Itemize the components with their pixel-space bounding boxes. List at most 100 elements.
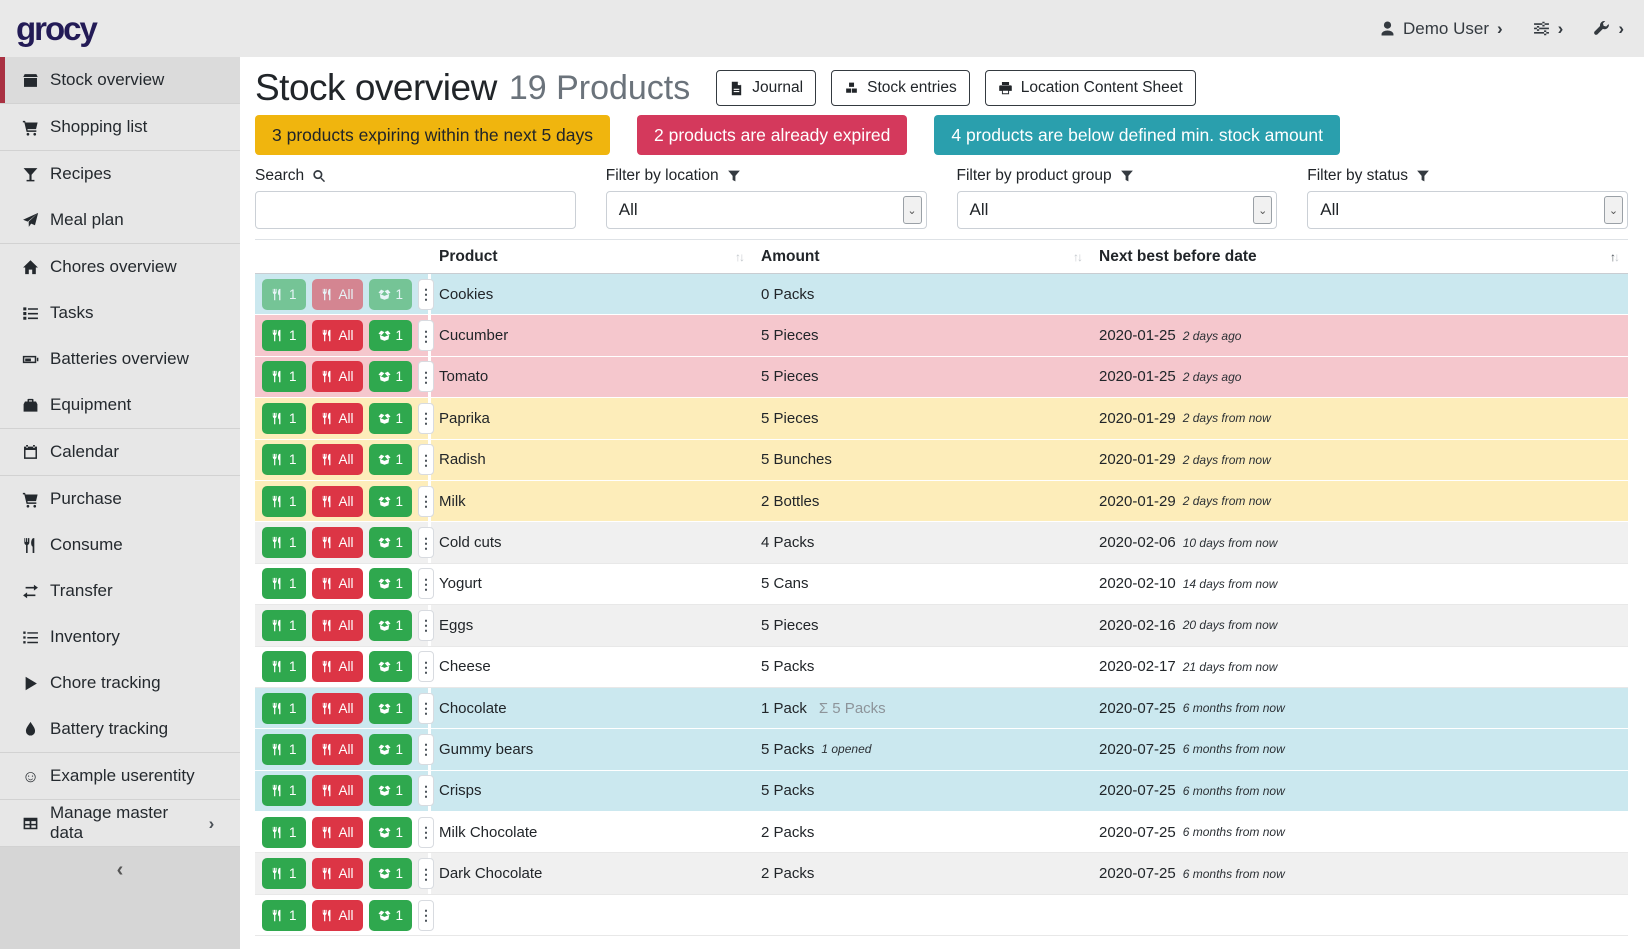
consume-all-button[interactable]: All	[312, 279, 363, 310]
mark-opened-button[interactable]: 1	[369, 693, 413, 724]
sidebar-item-example-userentity[interactable]: ☺Example userentity	[0, 753, 240, 799]
location-content-sheet-button[interactable]: Location Content Sheet	[985, 70, 1196, 106]
sidebar-item-battery-tracking[interactable]: Battery tracking	[0, 706, 240, 752]
grocy-logo[interactable]: grocy	[16, 10, 96, 48]
sidebar-item-label: Equipment	[50, 395, 131, 415]
consume-all-button[interactable]: All	[312, 734, 363, 765]
product-column-header[interactable]: Product ↑↓	[431, 240, 753, 273]
consume-one-button[interactable]: 1	[262, 858, 306, 889]
mark-opened-button[interactable]: 1	[369, 403, 413, 434]
consume-one-button[interactable]: 1	[262, 817, 306, 848]
admin-menu[interactable]: ›	[1593, 20, 1624, 37]
mark-opened-button[interactable]: 1	[369, 734, 413, 765]
consume-all-button[interactable]: All	[312, 817, 363, 848]
date-column-header[interactable]: Next best before date ↑↓	[1091, 240, 1628, 273]
sidebar-item-chore-tracking[interactable]: Chore tracking	[0, 660, 240, 706]
settings-menu[interactable]: ›	[1533, 20, 1564, 37]
expired-badge[interactable]: 2 products are already expired	[637, 115, 907, 155]
button-label: 1	[396, 411, 404, 426]
utensils-icon	[271, 288, 284, 301]
sidebar-item-manage-master-data[interactable]: Manage master data›	[0, 800, 240, 846]
product-group-filter-select[interactable]: All ⌄	[957, 191, 1278, 229]
consume-all-button[interactable]: All	[312, 361, 363, 392]
status-filter-select[interactable]: All ⌄	[1307, 191, 1628, 229]
below-min-stock-badge[interactable]: 4 products are below defined min. stock …	[934, 115, 1340, 155]
location-filter-select[interactable]: All ⌄	[606, 191, 927, 229]
sidebar-item-recipes[interactable]: Recipes	[0, 151, 240, 197]
sidebar-item-meal-plan[interactable]: Meal plan	[0, 197, 240, 243]
sidebar-item-transfer[interactable]: Transfer	[0, 568, 240, 614]
sidebar-item-consume[interactable]: Consume	[0, 522, 240, 568]
product-amount: 5 Bunches	[753, 440, 1091, 480]
mark-opened-button[interactable]: 1	[369, 900, 413, 931]
button-label: 1	[396, 908, 404, 923]
mark-opened-button[interactable]: 1	[369, 817, 413, 848]
button-label: 1	[396, 287, 404, 302]
expiring-badge[interactable]: 3 products expiring within the next 5 da…	[255, 115, 610, 155]
sidebar-collapse-button[interactable]: ‹	[0, 847, 240, 949]
consume-one-button[interactable]: 1	[262, 775, 306, 806]
sidebar-item-shopping-list[interactable]: Shopping list	[0, 104, 240, 150]
stock-entries-button[interactable]: Stock entries	[831, 70, 970, 106]
consume-all-button[interactable]: All	[312, 610, 363, 641]
consume-one-button[interactable]: 1	[262, 734, 306, 765]
mark-opened-button[interactable]: 1	[369, 775, 413, 806]
sort-icon[interactable]: ↑↓	[1073, 250, 1083, 264]
consume-all-button[interactable]: All	[312, 568, 363, 599]
user-menu[interactable]: Demo User ›	[1379, 19, 1503, 39]
consume-one-button[interactable]: 1	[262, 320, 306, 351]
sidebar-item-stock-overview[interactable]: Stock overview	[0, 57, 240, 103]
consume-all-button[interactable]: All	[312, 320, 363, 351]
mark-opened-button[interactable]: 1	[369, 568, 413, 599]
sidebar-item-chores-overview[interactable]: Chores overview	[0, 244, 240, 290]
consume-all-button[interactable]: All	[312, 486, 363, 517]
product-amount	[753, 895, 1091, 935]
consume-one-button[interactable]: 1	[262, 403, 306, 434]
sort-icon[interactable]: ↑↓	[1610, 250, 1620, 264]
mark-opened-button[interactable]: 1	[369, 361, 413, 392]
consume-one-button[interactable]: 1	[262, 527, 306, 558]
mark-opened-button[interactable]: 1	[369, 651, 413, 682]
consume-one-button[interactable]: 1	[262, 693, 306, 724]
consume-one-button[interactable]: 1	[262, 651, 306, 682]
mark-opened-button[interactable]: 1	[369, 486, 413, 517]
consume-one-button[interactable]: 1	[262, 444, 306, 475]
consume-all-button[interactable]: All	[312, 858, 363, 889]
sidebar-item-equipment[interactable]: Equipment	[0, 382, 240, 428]
mark-opened-button[interactable]: 1	[369, 610, 413, 641]
button-label: 1	[289, 742, 297, 757]
consume-all-button[interactable]: All	[312, 651, 363, 682]
mark-opened-button[interactable]: 1	[369, 527, 413, 558]
mark-opened-button[interactable]: 1	[369, 858, 413, 889]
consume-all-button[interactable]: All	[312, 775, 363, 806]
button-label: 1	[396, 701, 404, 716]
consume-one-button[interactable]: 1	[262, 610, 306, 641]
box-open-icon	[378, 412, 391, 425]
cocktail-icon	[20, 166, 41, 183]
consume-all-button[interactable]: All	[312, 693, 363, 724]
consume-all-button[interactable]: All	[312, 403, 363, 434]
consume-one-button[interactable]: 1	[262, 568, 306, 599]
mark-opened-button[interactable]: 1	[369, 444, 413, 475]
sidebar-item-tasks[interactable]: Tasks	[0, 290, 240, 336]
consume-all-button[interactable]: All	[312, 900, 363, 931]
consume-one-button[interactable]: 1	[262, 486, 306, 517]
amount-column-header[interactable]: Amount ↑↓	[753, 240, 1091, 273]
mark-opened-button[interactable]: 1	[369, 279, 413, 310]
row-actions: 1All1⋮	[255, 357, 431, 397]
sidebar-item-calendar[interactable]: Calendar	[0, 429, 240, 475]
consume-all-button[interactable]: All	[312, 444, 363, 475]
sidebar-item-batteries-overview[interactable]: Batteries overview	[0, 336, 240, 382]
sidebar-item-purchase[interactable]: Purchase	[0, 476, 240, 522]
consume-all-button[interactable]: All	[312, 527, 363, 558]
button-label: 1	[396, 866, 404, 881]
sort-icon[interactable]: ↑↓	[735, 250, 745, 264]
search-input[interactable]	[255, 191, 576, 229]
journal-button[interactable]: Journal	[716, 70, 816, 106]
consume-one-button[interactable]: 1	[262, 361, 306, 392]
date-note: 6 months from now	[1183, 742, 1285, 756]
mark-opened-button[interactable]: 1	[369, 320, 413, 351]
consume-one-button[interactable]: 1	[262, 279, 306, 310]
sidebar-item-inventory[interactable]: Inventory	[0, 614, 240, 660]
consume-one-button[interactable]: 1	[262, 900, 306, 931]
